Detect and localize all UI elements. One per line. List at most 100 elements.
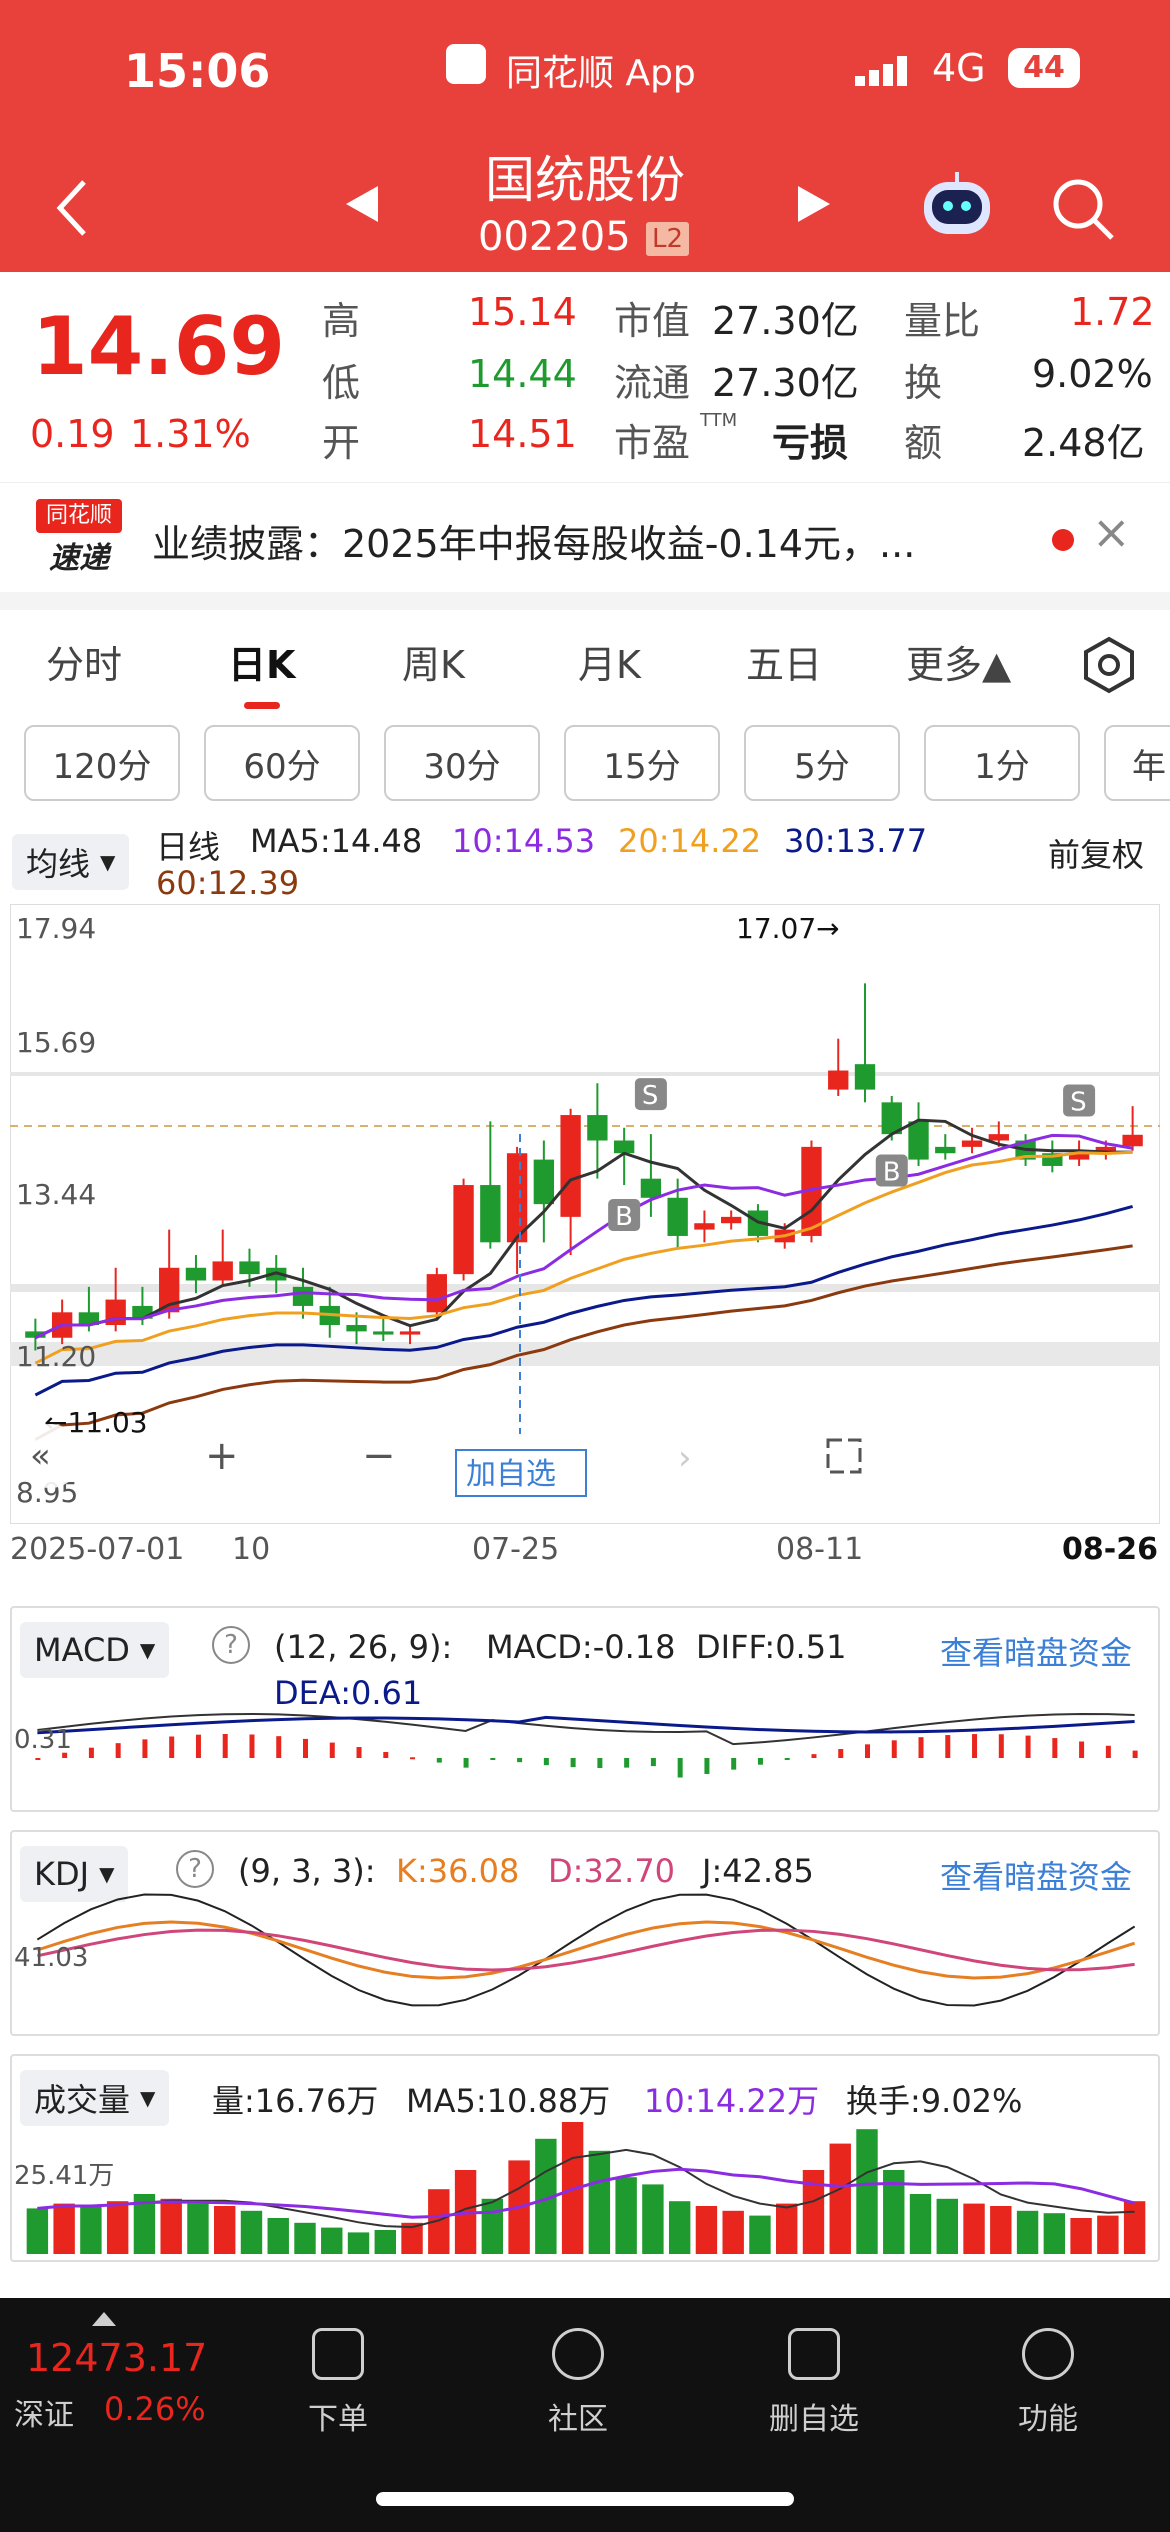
news-ticker[interactable]: 同花顺 速递 业绩披露：2025年中报每股收益-0.14元，... × bbox=[0, 482, 1170, 592]
candle-body bbox=[587, 1115, 608, 1141]
volume-bar bbox=[187, 2203, 209, 2254]
prev-stock-icon[interactable] bbox=[342, 184, 382, 224]
volume-bar bbox=[1043, 2213, 1066, 2254]
pe-label: 市盈 bbox=[614, 421, 691, 465]
low-label: 低 bbox=[322, 361, 361, 405]
candle-body bbox=[346, 1325, 367, 1332]
nav-remove-watch[interactable]: 删自选 bbox=[744, 2328, 884, 2438]
volume-bar bbox=[80, 2206, 102, 2254]
macd-bar bbox=[1132, 1750, 1138, 1758]
volume-ylabel: 25.41万 bbox=[14, 2161, 114, 2191]
ma-selector[interactable]: 均线 ▼ bbox=[12, 834, 130, 890]
candle-body bbox=[239, 1261, 260, 1275]
candle-body bbox=[721, 1216, 742, 1224]
volume-bar bbox=[481, 2198, 504, 2254]
rewind-icon[interactable]: « bbox=[30, 1436, 51, 1476]
candle-body bbox=[613, 1140, 635, 1154]
back-icon[interactable] bbox=[52, 178, 92, 238]
macd-bar bbox=[329, 1742, 335, 1758]
x-label-1: 2025-07-01 bbox=[10, 1532, 185, 1567]
period-15m[interactable]: 15分 bbox=[564, 725, 720, 801]
macd-bar bbox=[517, 1758, 523, 1763]
volume-bar bbox=[829, 2143, 851, 2254]
macd-bar bbox=[195, 1734, 201, 1758]
vol-ratio-value: 1.72 bbox=[1070, 290, 1155, 334]
open-value: 14.51 bbox=[468, 412, 577, 456]
signal-icon bbox=[855, 56, 915, 86]
volume-bar bbox=[1097, 2215, 1119, 2254]
macd-bar bbox=[731, 1758, 737, 1770]
volume-bar bbox=[615, 2177, 637, 2254]
volume-bar bbox=[936, 2198, 958, 2254]
amount-value: 2.48亿 bbox=[1022, 421, 1145, 465]
kdj-panel[interactable]: KDJ ▼ ? (9, 3, 3): K:36.08 D:32.70 J:42.8… bbox=[10, 1830, 1160, 2036]
tab-weekly-k[interactable]: 周K bbox=[402, 634, 465, 689]
news-text[interactable]: 业绩披露：2025年中报每股收益-0.14元，... bbox=[152, 513, 1012, 568]
zoom-out-icon[interactable]: − bbox=[362, 1433, 396, 1479]
macd-bar bbox=[249, 1734, 255, 1758]
nav-community[interactable]: 社区 bbox=[508, 2328, 648, 2438]
volume-bar bbox=[374, 2230, 396, 2254]
battery-icon: 44 bbox=[1008, 48, 1080, 88]
macd-bar bbox=[757, 1758, 763, 1765]
open-label: 开 bbox=[322, 421, 361, 465]
macd-bar bbox=[677, 1758, 683, 1778]
period-5m[interactable]: 5分 bbox=[744, 725, 900, 801]
volume-bar bbox=[990, 2206, 1012, 2254]
volume-bar bbox=[294, 2222, 316, 2254]
kdj-chart: 41.03 bbox=[14, 1893, 1136, 2007]
volume-bar bbox=[695, 2206, 718, 2254]
period-year[interactable]: 年 bbox=[1104, 725, 1170, 801]
tab-intraday[interactable]: 分时 bbox=[46, 634, 122, 689]
candle-body bbox=[533, 1159, 555, 1205]
macd-bar bbox=[543, 1758, 549, 1766]
ma60-value: 60:12.39 bbox=[156, 864, 300, 902]
nav-order[interactable]: 下单 bbox=[268, 2328, 408, 2438]
volume-bar bbox=[267, 2218, 289, 2254]
y-label-3: 13.44 bbox=[16, 1178, 96, 1211]
volume-bar bbox=[26, 2208, 49, 2254]
tab-more[interactable]: 更多▲ bbox=[906, 634, 1011, 689]
pe-ttm-sup: TTM bbox=[700, 410, 738, 431]
marker-label: B bbox=[615, 1202, 633, 1232]
settings-hex-icon[interactable] bbox=[1080, 636, 1138, 694]
macd-bar bbox=[463, 1758, 469, 1768]
candle-body bbox=[908, 1121, 929, 1160]
kline-chart[interactable]: SBBS 17.94 15.69 13.44 11.20 8.95 17.07→… bbox=[10, 904, 1160, 1524]
index-pct: 0.26% bbox=[104, 2390, 206, 2428]
period-1m[interactable]: 1分 bbox=[924, 725, 1080, 801]
period-60m[interactable]: 60分 bbox=[204, 725, 360, 801]
next-stock-icon[interactable] bbox=[794, 184, 834, 224]
macd-bar bbox=[811, 1754, 817, 1758]
header-bar: 15:06 同花顺 App 4G 44 国统股份 002205 L2 bbox=[0, 0, 1170, 272]
tab-monthly-k[interactable]: 月K bbox=[578, 634, 641, 689]
robot-assistant-icon[interactable] bbox=[918, 170, 996, 240]
index-value[interactable]: 12473.17 bbox=[26, 2336, 207, 2380]
nav-functions[interactable]: 功能 bbox=[978, 2328, 1118, 2438]
volume-bar bbox=[347, 2232, 370, 2254]
adjust-mode[interactable]: 前复权 bbox=[1048, 830, 1144, 876]
tab-daily-k[interactable]: 日K bbox=[228, 634, 295, 689]
macd-bar bbox=[142, 1739, 148, 1758]
volume-bar bbox=[1123, 2201, 1146, 2254]
macd-bar bbox=[597, 1758, 603, 1768]
x-label-3: 07-25 bbox=[472, 1532, 560, 1567]
search-icon[interactable] bbox=[1050, 176, 1116, 242]
tab-five-day[interactable]: 五日 bbox=[746, 634, 822, 689]
unread-dot-icon bbox=[1052, 529, 1074, 551]
home-indicator bbox=[376, 2492, 794, 2506]
line-type: 日线 bbox=[156, 828, 221, 866]
macd-bar bbox=[1025, 1735, 1031, 1758]
volume-bar bbox=[1070, 2218, 1092, 2254]
macd-bar bbox=[410, 1757, 416, 1760]
scroll-right-icon[interactable]: › bbox=[678, 1438, 692, 1478]
volume-panel[interactable]: 成交量 ▼ 量:16.76万 MA5:10.88万 10:14.22万 换手:9.… bbox=[10, 2054, 1160, 2262]
macd-panel[interactable]: MACD ▼ ? (12, 26, 9): MACD:-0.18 DIFF:0.5… bbox=[10, 1606, 1160, 1812]
period-120m[interactable]: 120分 bbox=[24, 725, 180, 801]
bottom-nav: 12473.17 深证 0.26% 下单 社区 删自选 功能 bbox=[0, 2298, 1170, 2532]
functions-icon bbox=[1022, 2328, 1074, 2380]
zoom-in-icon[interactable]: + bbox=[205, 1433, 239, 1479]
period-30m[interactable]: 30分 bbox=[384, 725, 540, 801]
level-badge: L2 bbox=[646, 222, 690, 256]
close-news-button[interactable]: × bbox=[1092, 505, 1131, 559]
